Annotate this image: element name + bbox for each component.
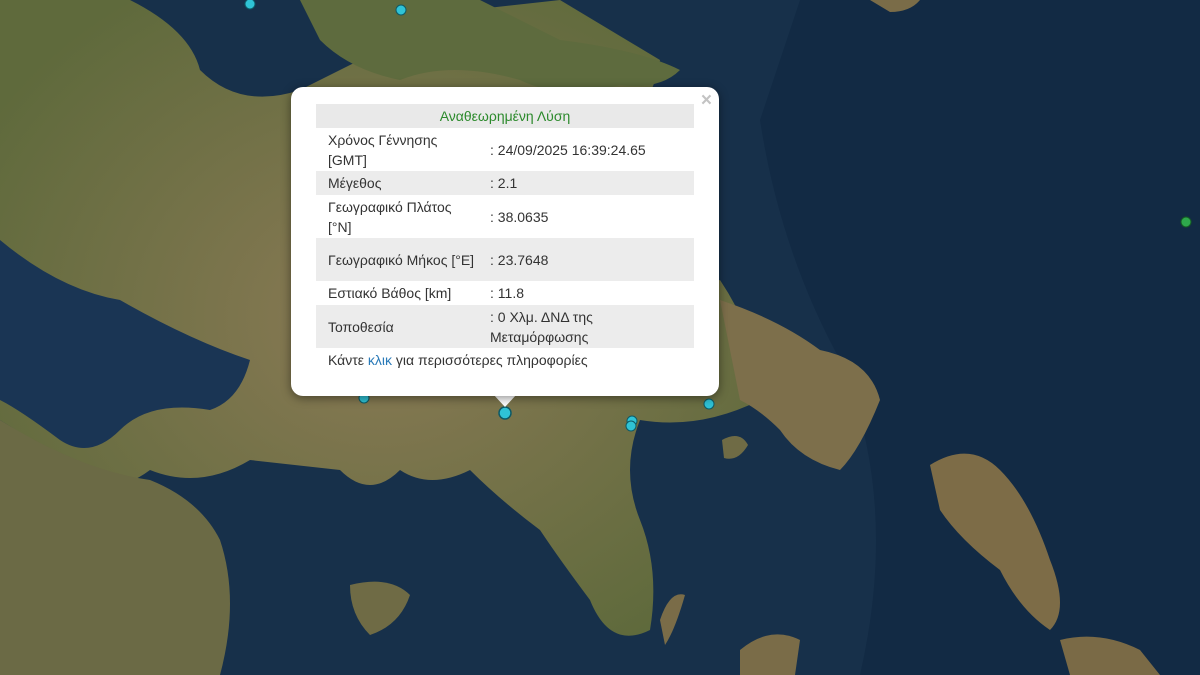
earthquake-info-table: Αναθεωρημένη Λύση Χρόνος Γέννησης [GMT] … bbox=[316, 104, 694, 372]
magnitude-label: Μέγεθος bbox=[316, 171, 478, 195]
origin-time-label: Χρόνος Γέννησης [GMT] bbox=[328, 131, 438, 168]
popup-title: Αναθεωρημένη Λύση bbox=[316, 104, 694, 128]
depth-value: : 11.8 bbox=[490, 285, 524, 301]
earthquake-marker-selected[interactable] bbox=[498, 406, 512, 420]
earthquake-marker[interactable] bbox=[625, 420, 637, 432]
more-info-text-after: για περισσότερες πληροφορίες bbox=[392, 352, 588, 368]
earthquake-marker[interactable] bbox=[395, 4, 407, 16]
close-icon[interactable]: × bbox=[701, 90, 712, 112]
location-value: : 0 Χλμ. ΔΝΔ της Μεταμόρφωσης bbox=[478, 305, 694, 348]
origin-time-value: : 24/09/2025 16:39:24.65 bbox=[490, 141, 646, 158]
more-info-link[interactable]: κλικ bbox=[368, 352, 392, 368]
latitude-value: : 38.0635 bbox=[490, 208, 549, 225]
location-label: Τοποθεσία bbox=[316, 305, 478, 348]
latitude-label: Γεωγραφικό Πλάτος [°N] bbox=[328, 198, 452, 235]
longitude-label: Γεωγραφικό Μήκος [°E] bbox=[316, 238, 478, 281]
earthquake-info-popup: × Αναθεωρημένη Λύση Χρόνος Γέννησης [GMT… bbox=[291, 87, 719, 396]
magnitude-value: : 2.1 bbox=[478, 171, 694, 195]
depth-label: Εστιακό Βάθος [km] bbox=[328, 285, 452, 301]
earthquake-marker[interactable] bbox=[244, 0, 256, 10]
more-info-line: Κάντε κλικ για περισσότερες πληροφορίες bbox=[316, 348, 694, 372]
more-info-text-before: Κάντε bbox=[328, 352, 368, 368]
longitude-value: : 23.7648 bbox=[478, 238, 694, 281]
earthquake-marker[interactable] bbox=[1180, 216, 1192, 228]
earthquake-marker[interactable] bbox=[703, 398, 715, 410]
